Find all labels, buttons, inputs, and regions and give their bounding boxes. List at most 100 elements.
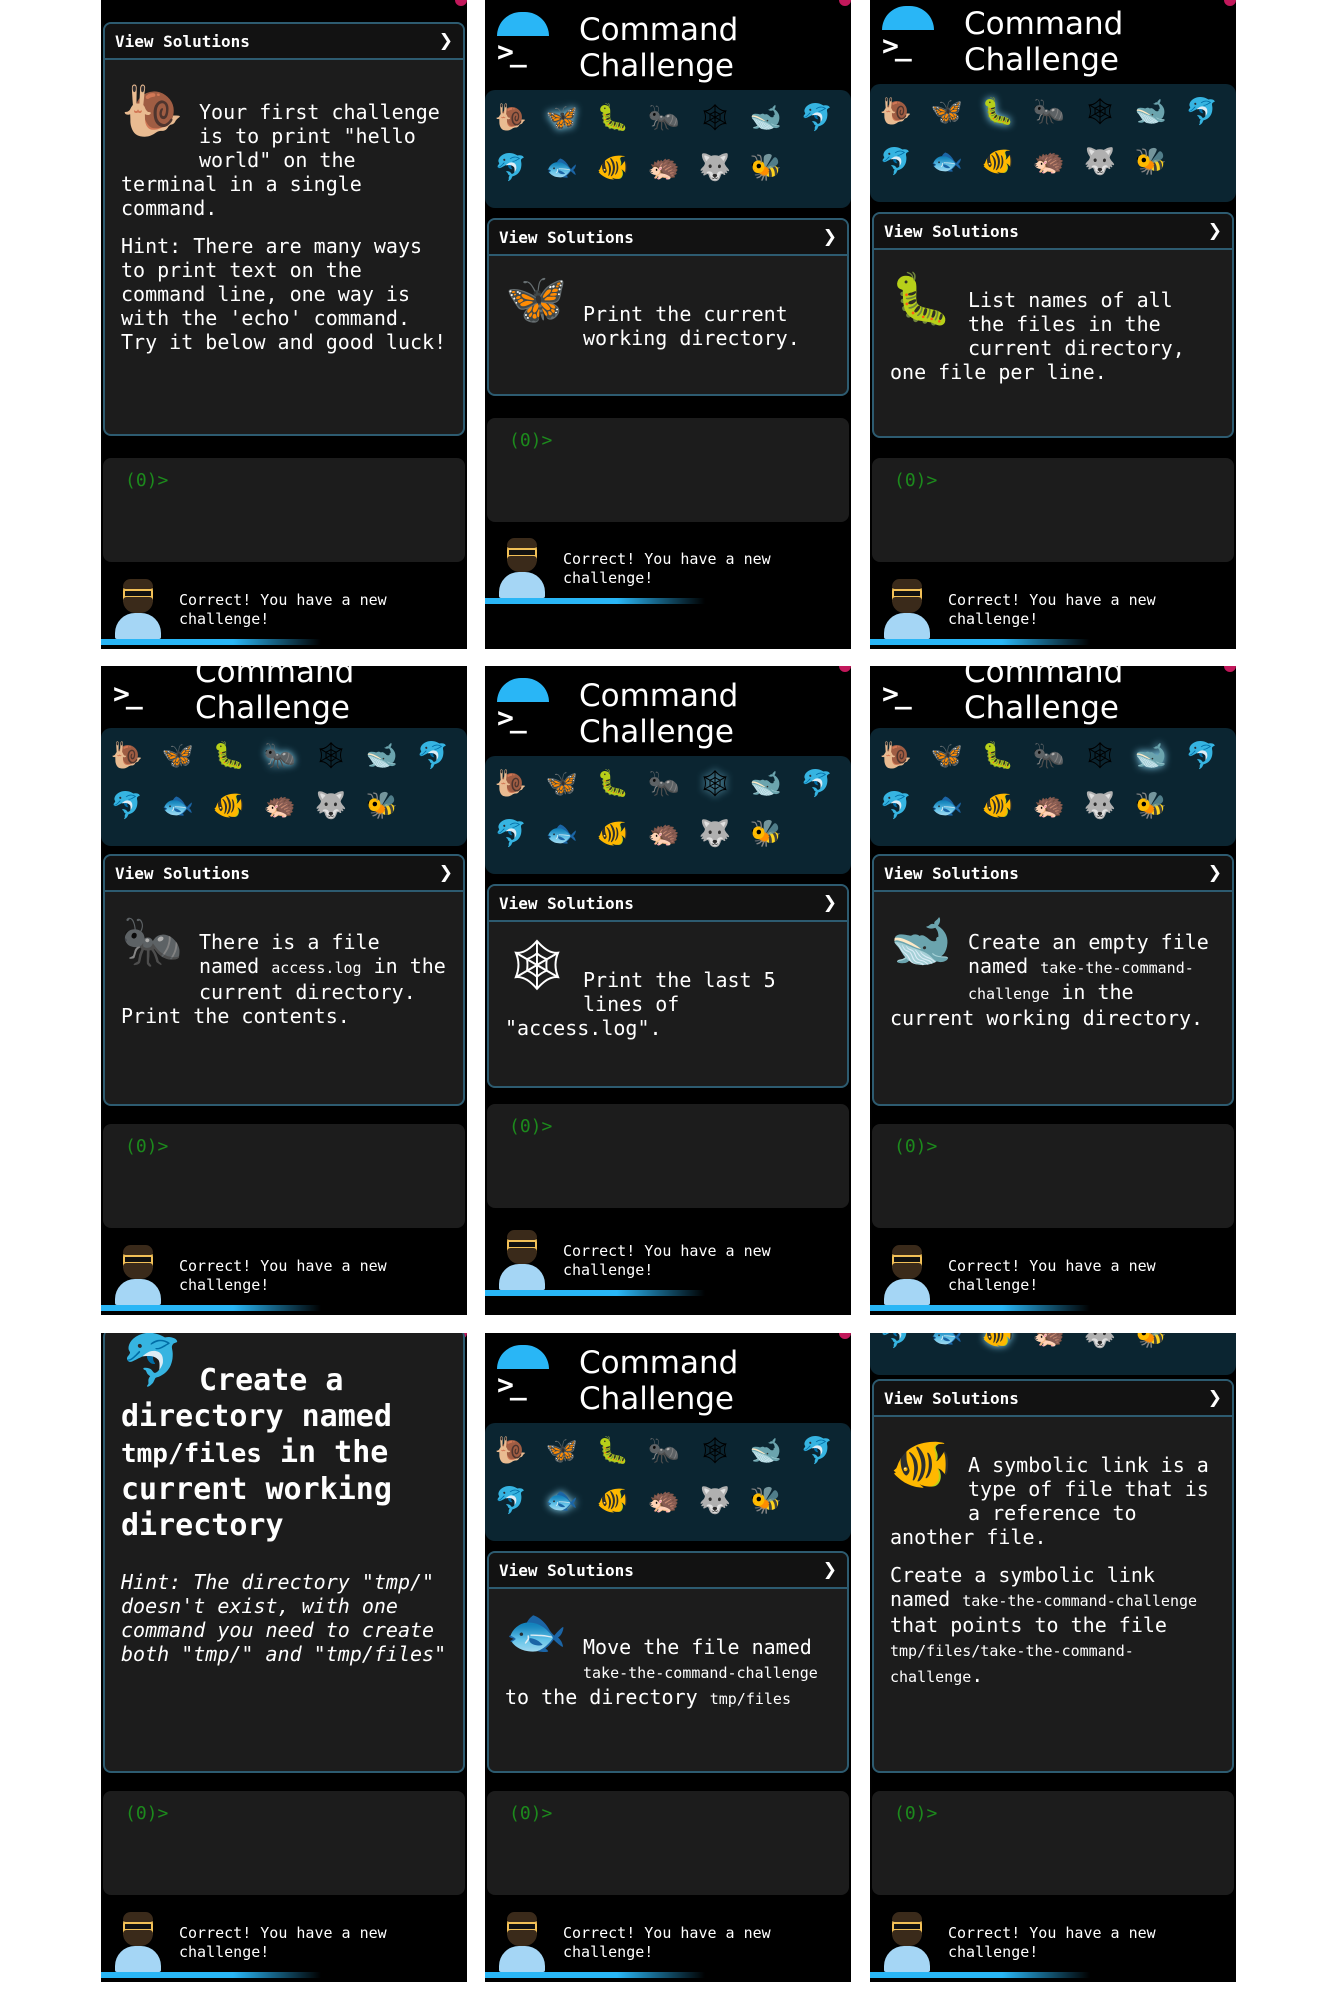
chevron-right-icon[interactable]: ❯ (439, 863, 453, 883)
butterfly-icon[interactable]: 🦋 (542, 764, 582, 804)
fish-icon[interactable]: 🐟 (158, 786, 198, 826)
fish-icon[interactable]: 🐟 (927, 142, 967, 182)
dolphin-icon-2[interactable]: 🐬 (876, 142, 916, 182)
ant-icon[interactable]: 🐜 (644, 1431, 684, 1471)
bee-icon[interactable]: 🐝 (1131, 786, 1171, 826)
caterpillar-icon[interactable]: 🐛 (209, 736, 249, 776)
terminal-input[interactable]: (0)> (872, 1791, 1234, 1895)
tropical-fish-icon[interactable]: 🐠 (209, 786, 249, 826)
spider-web-icon[interactable]: 🕸 (1080, 736, 1120, 776)
whale-icon[interactable]: 🐋 (746, 1431, 786, 1471)
view-solutions-button[interactable]: View Solutions ❯ (105, 24, 463, 60)
terminal-input[interactable]: (0)> (487, 418, 849, 522)
chevron-right-icon[interactable]: ❯ (1208, 221, 1222, 241)
ant-icon[interactable]: 🐜 (260, 736, 300, 776)
view-solutions-button[interactable]: View Solutions ❯ (874, 1381, 1232, 1417)
hedgehog-icon[interactable]: 🦔 (644, 814, 684, 854)
dolphin-icon[interactable]: 🐬 (797, 764, 837, 804)
wolf-icon[interactable]: 🐺 (1080, 1333, 1120, 1355)
ant-icon[interactable]: 🐜 (1029, 92, 1069, 132)
whale-icon[interactable]: 🐋 (746, 98, 786, 138)
terminal-input[interactable]: (0)> (487, 1791, 849, 1895)
caterpillar-icon[interactable]: 🐛 (978, 736, 1018, 776)
terminal-input[interactable]: (0)> (103, 458, 465, 562)
snail-icon[interactable]: 🐌 (491, 1431, 531, 1471)
wolf-icon[interactable]: 🐺 (695, 814, 735, 854)
bee-icon[interactable]: 🐝 (1131, 1333, 1171, 1355)
ant-icon[interactable]: 🐜 (1029, 736, 1069, 776)
tropical-fish-icon[interactable]: 🐠 (593, 814, 633, 854)
chevron-right-icon[interactable]: ❯ (823, 893, 837, 913)
whale-icon[interactable]: 🐋 (362, 736, 402, 776)
spider-web-icon[interactable]: 🕸 (695, 1431, 735, 1471)
fish-icon[interactable]: 🐟 (542, 148, 582, 188)
view-solutions-button[interactable]: View Solutions ❯ (489, 220, 847, 256)
chevron-right-icon[interactable]: ❯ (1208, 1388, 1222, 1408)
hedgehog-icon[interactable]: 🦔 (644, 148, 684, 188)
snail-icon[interactable]: 🐌 (876, 736, 916, 776)
chevron-right-icon[interactable]: ❯ (823, 1560, 837, 1580)
terminal-input[interactable]: (0)> (103, 1791, 465, 1895)
dolphin-icon[interactable]: 🐬 (797, 1431, 837, 1471)
hedgehog-icon[interactable]: 🦔 (1029, 142, 1069, 182)
terminal-input[interactable]: (0)> (872, 1124, 1234, 1228)
fish-icon[interactable]: 🐟 (927, 786, 967, 826)
spider-web-icon[interactable]: 🕸 (695, 764, 735, 804)
dolphin-icon-2[interactable]: 🐬 (876, 1333, 916, 1355)
bee-icon[interactable]: 🐝 (746, 148, 786, 188)
tropical-fish-icon[interactable]: 🐠 (978, 1333, 1018, 1355)
whale-icon[interactable]: 🐋 (746, 764, 786, 804)
ant-icon[interactable]: 🐜 (644, 764, 684, 804)
dolphin-icon[interactable]: 🐬 (1182, 92, 1222, 132)
wolf-icon[interactable]: 🐺 (1080, 786, 1120, 826)
butterfly-icon[interactable]: 🦋 (927, 736, 967, 776)
bee-icon[interactable]: 🐝 (1131, 142, 1171, 182)
dolphin-icon-2[interactable]: 🐬 (491, 814, 531, 854)
caterpillar-icon[interactable]: 🐛 (593, 764, 633, 804)
chevron-right-icon[interactable]: ❯ (823, 227, 837, 247)
wolf-icon[interactable]: 🐺 (695, 148, 735, 188)
spider-web-icon[interactable]: 🕸 (1080, 92, 1120, 132)
hedgehog-icon[interactable]: 🦔 (1029, 786, 1069, 826)
bee-icon[interactable]: 🐝 (746, 1481, 786, 1521)
view-solutions-button[interactable]: View Solutions ❯ (489, 886, 847, 922)
snail-icon[interactable]: 🐌 (107, 736, 147, 776)
butterfly-icon[interactable]: 🦋 (542, 1431, 582, 1471)
snail-icon[interactable]: 🐌 (491, 764, 531, 804)
chevron-right-icon[interactable]: ❯ (439, 31, 453, 51)
tropical-fish-icon[interactable]: 🐠 (978, 142, 1018, 182)
tropical-fish-icon[interactable]: 🐠 (978, 786, 1018, 826)
caterpillar-icon[interactable]: 🐛 (593, 1431, 633, 1471)
wolf-icon[interactable]: 🐺 (695, 1481, 735, 1521)
caterpillar-icon[interactable]: 🐛 (978, 92, 1018, 132)
spider-web-icon[interactable]: 🕸 (311, 736, 351, 776)
dolphin-icon[interactable]: 🐬 (413, 736, 453, 776)
terminal-input[interactable]: (0)> (487, 1104, 849, 1208)
butterfly-icon[interactable]: 🦋 (927, 92, 967, 132)
fish-icon[interactable]: 🐟 (927, 1333, 967, 1355)
dolphin-icon-2[interactable]: 🐬 (491, 148, 531, 188)
dolphin-icon[interactable]: 🐬 (1182, 736, 1222, 776)
butterfly-icon[interactable]: 🦋 (542, 98, 582, 138)
dolphin-icon[interactable]: 🐬 (797, 98, 837, 138)
caterpillar-icon[interactable]: 🐛 (593, 98, 633, 138)
wolf-icon[interactable]: 🐺 (311, 786, 351, 826)
terminal-input[interactable]: (0)> (872, 458, 1234, 562)
terminal-input[interactable]: (0)> (103, 1124, 465, 1228)
bee-icon[interactable]: 🐝 (362, 786, 402, 826)
dolphin-icon-2[interactable]: 🐬 (107, 786, 147, 826)
snail-icon[interactable]: 🐌 (876, 92, 916, 132)
tropical-fish-icon[interactable]: 🐠 (593, 148, 633, 188)
hedgehog-icon[interactable]: 🦔 (644, 1481, 684, 1521)
view-solutions-button[interactable]: View Solutions ❯ (874, 214, 1232, 250)
dolphin-icon-2[interactable]: 🐬 (491, 1481, 531, 1521)
tropical-fish-icon[interactable]: 🐠 (593, 1481, 633, 1521)
view-solutions-button[interactable]: View Solutions ❯ (874, 856, 1232, 892)
dolphin-icon-2[interactable]: 🐬 (876, 786, 916, 826)
snail-icon[interactable]: 🐌 (491, 98, 531, 138)
hedgehog-icon[interactable]: 🦔 (260, 786, 300, 826)
view-solutions-button[interactable]: View Solutions ❯ (489, 1553, 847, 1589)
bee-icon[interactable]: 🐝 (746, 814, 786, 854)
chevron-right-icon[interactable]: ❯ (1208, 863, 1222, 883)
hedgehog-icon[interactable]: 🦔 (1029, 1333, 1069, 1355)
